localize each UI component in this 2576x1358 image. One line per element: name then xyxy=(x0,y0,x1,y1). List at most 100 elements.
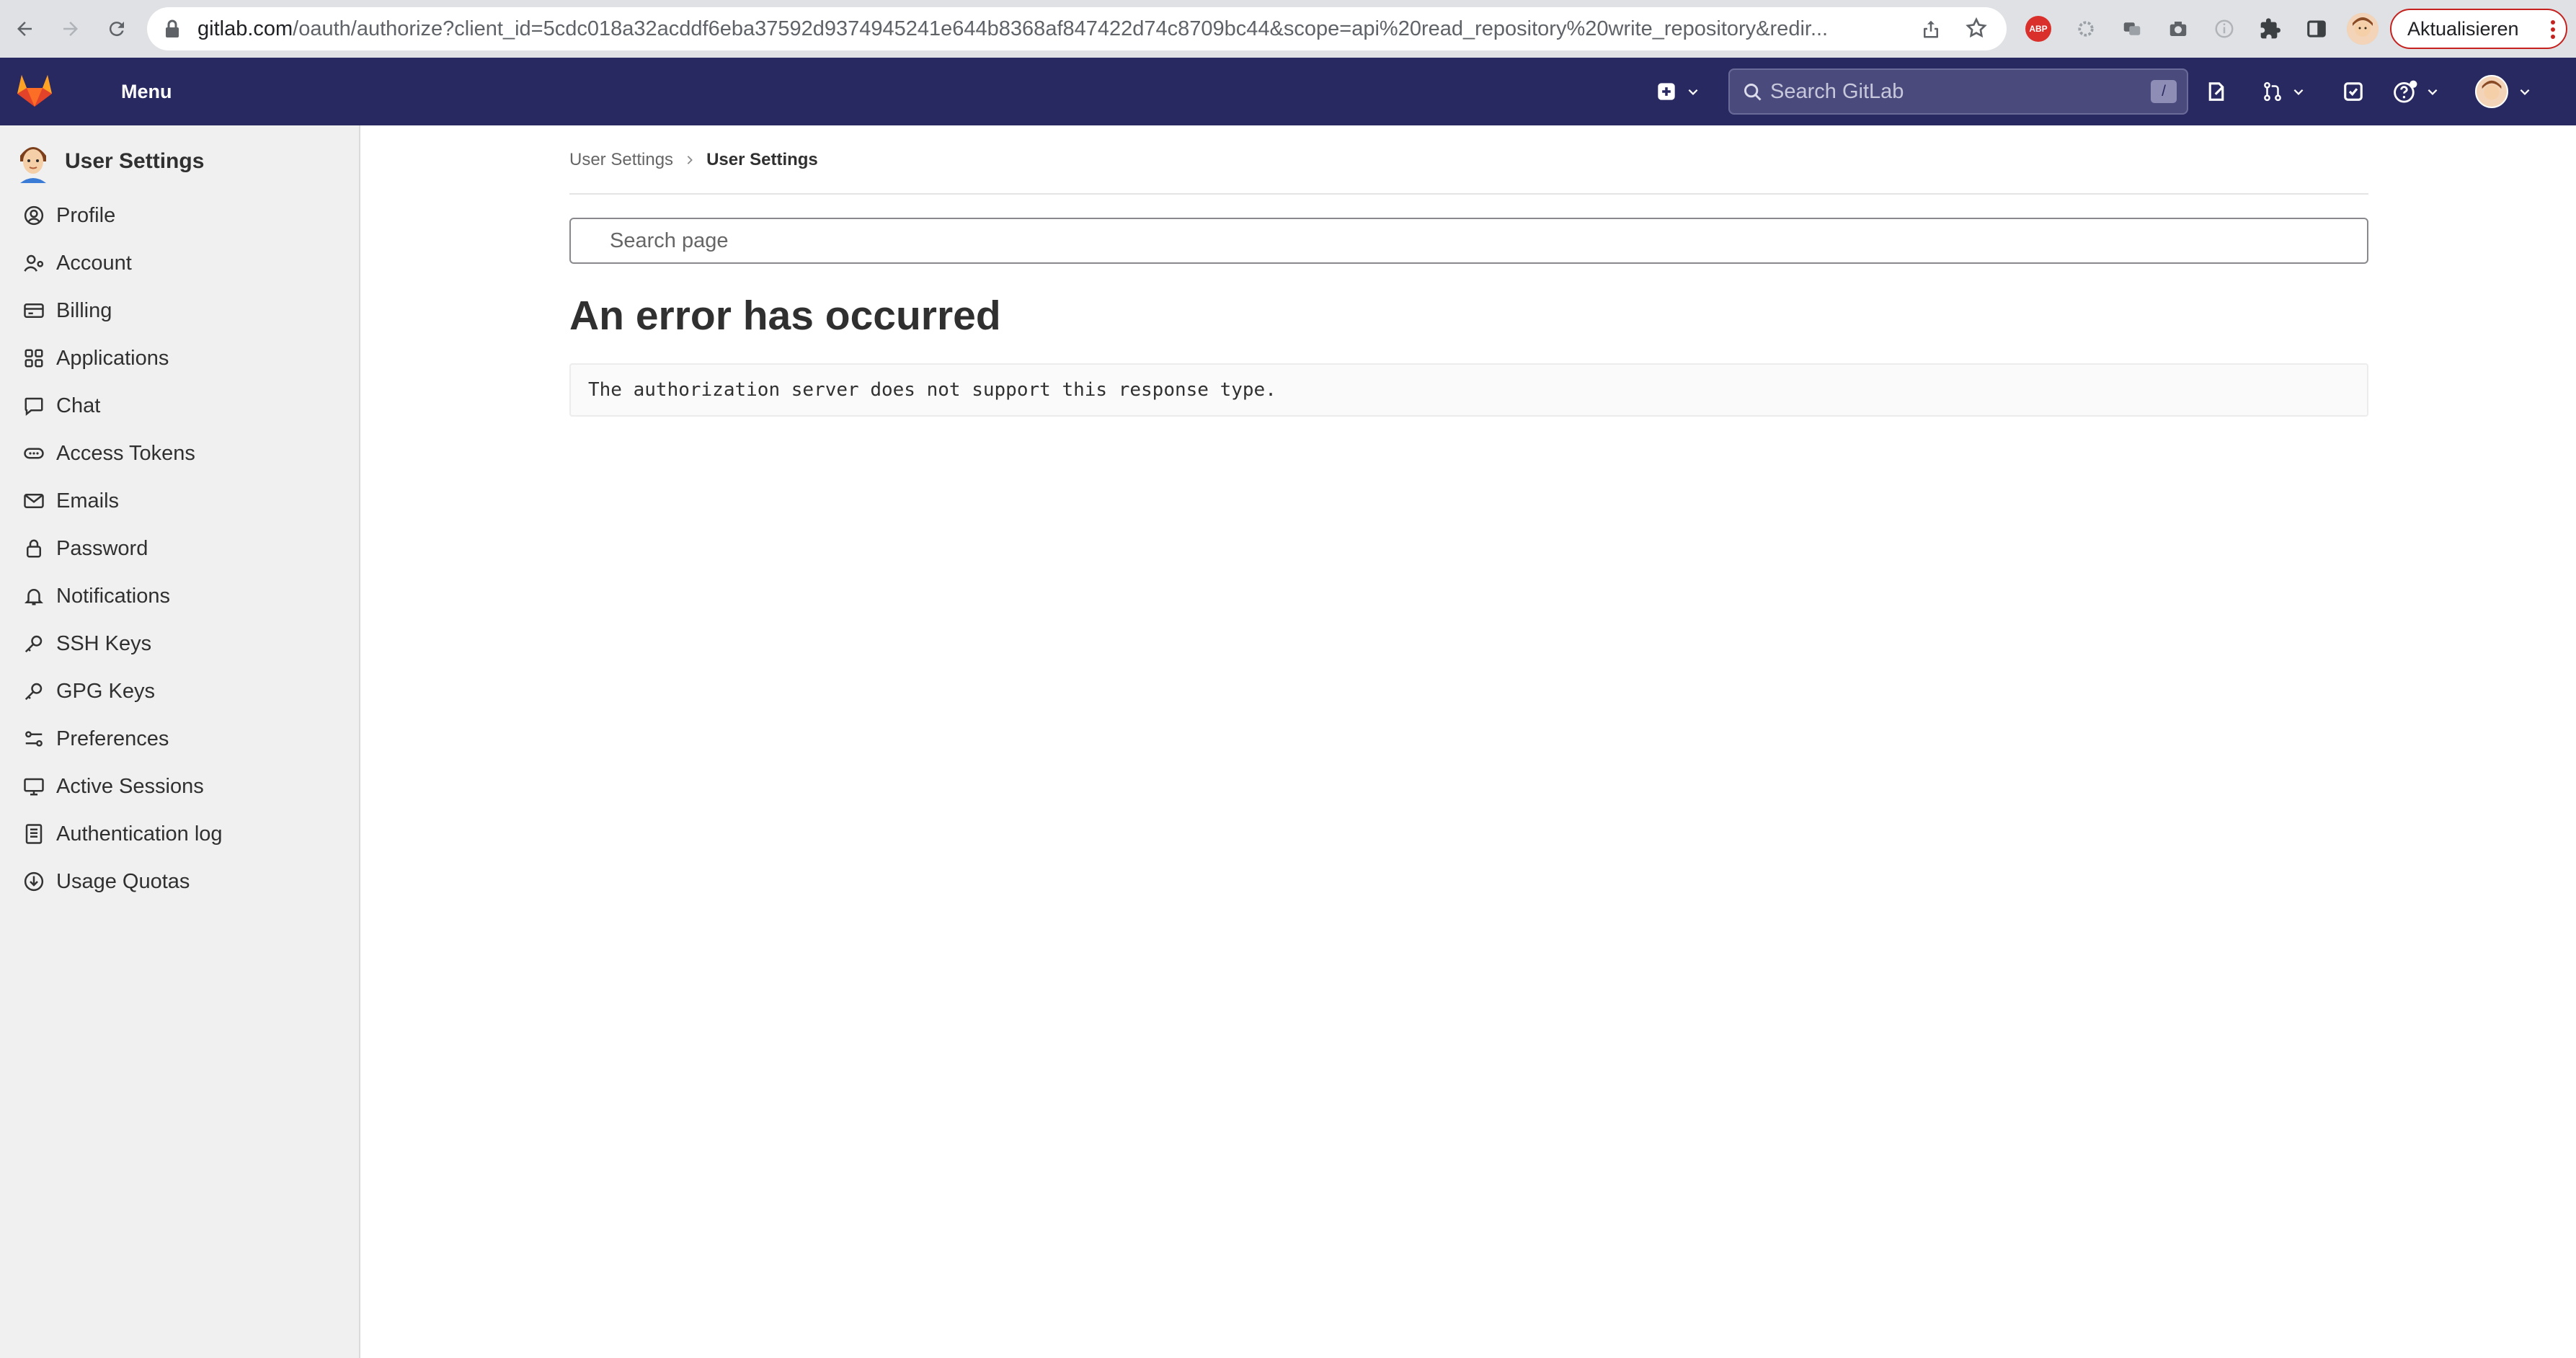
sidebar-title: User Settings xyxy=(65,149,205,173)
extensions-puzzle-icon[interactable] xyxy=(2256,14,2285,43)
search-page-placeholder: Search page xyxy=(610,229,729,252)
sidebar-item-profile[interactable]: Profile xyxy=(0,192,359,239)
breadcrumb-link[interactable]: User Settings xyxy=(569,150,673,170)
sidebar-item-label: Applications xyxy=(56,346,169,370)
key-icon xyxy=(22,631,46,656)
sidebar-item-active-sessions[interactable]: Active Sessions xyxy=(0,763,359,810)
search-icon xyxy=(1743,82,1763,102)
sidebar-item-access-tokens[interactable]: Access Tokens xyxy=(0,430,359,477)
search-shortcut-badge: / xyxy=(2151,80,2177,103)
sidebar-item-label: Usage Quotas xyxy=(56,869,190,893)
breadcrumb: User Settings User Settings xyxy=(569,146,818,174)
breadcrumb-current[interactable]: User Settings xyxy=(706,150,818,170)
quota-icon xyxy=(22,869,46,894)
sidebar-item-label: Notifications xyxy=(56,584,170,608)
sidebar-item-label: Access Tokens xyxy=(56,441,195,465)
share-icon[interactable] xyxy=(1920,17,1942,40)
browser-toolbar: gitlab.com/oauth/authorize?client_id=5cd… xyxy=(0,0,2576,58)
forward-icon[interactable] xyxy=(52,10,89,48)
sidebar-item-billing[interactable]: Billing xyxy=(0,287,359,334)
update-label: Aktualisieren xyxy=(2407,18,2519,40)
sidebar-item-usage-quotas[interactable]: Usage Quotas xyxy=(0,858,359,905)
search-page-input[interactable]: Search page xyxy=(569,218,2368,264)
sidebar-item-label: Password xyxy=(56,536,148,560)
bookmark-star-icon[interactable] xyxy=(1965,17,1988,40)
sidebar-item-emails[interactable]: Emails xyxy=(0,477,359,525)
sidebar-header[interactable]: User Settings xyxy=(16,140,204,183)
extension-camera-icon[interactable] xyxy=(2164,14,2193,43)
breadcrumb-divider xyxy=(569,193,2368,195)
chat-icon xyxy=(22,394,46,418)
sidebar-item-label: Authentication log xyxy=(56,822,223,846)
menu-button[interactable]: Menu xyxy=(121,58,172,125)
browser-profile-avatar[interactable] xyxy=(2347,13,2379,45)
sidebar-item-label: Billing xyxy=(56,298,112,322)
applications-icon xyxy=(22,346,46,370)
sidebar-item-ssh-keys[interactable]: SSH Keys xyxy=(0,620,359,667)
merge-requests-dropdown[interactable] xyxy=(2262,77,2305,106)
lock-icon xyxy=(22,536,46,561)
user-menu-chevron-down-icon[interactable] xyxy=(2518,77,2531,106)
adblock-extension-icon[interactable]: ABP xyxy=(2025,16,2051,42)
settings-sidebar: User Settings Profile Account Billing Ap… xyxy=(0,125,360,1358)
sidebar-item-password[interactable]: Password xyxy=(0,525,359,572)
sidebar-item-label: Active Sessions xyxy=(56,774,204,798)
mail-icon xyxy=(22,489,46,513)
lock-icon xyxy=(164,19,180,39)
plus-square-icon xyxy=(1658,83,1675,100)
reload-icon[interactable] xyxy=(98,10,136,48)
billing-icon xyxy=(22,298,46,323)
sidebar-item-gpg-keys[interactable]: GPG Keys xyxy=(0,667,359,715)
token-icon xyxy=(22,441,46,466)
sidebar-avatar xyxy=(16,140,50,183)
sidebar-item-label: Preferences xyxy=(56,727,169,750)
sidebar-nav: Profile Account Billing Applications Cha… xyxy=(0,192,359,905)
sidebar-item-notifications[interactable]: Notifications xyxy=(0,572,359,620)
profile-icon xyxy=(22,203,46,228)
search-gitlab-input[interactable]: Search GitLab / xyxy=(1728,68,2188,115)
merge-request-icon xyxy=(2264,81,2281,102)
help-icon xyxy=(2394,80,2417,103)
gitlab-logo-icon[interactable] xyxy=(16,72,53,108)
key-icon xyxy=(22,679,46,704)
sidebar-item-chat[interactable]: Chat xyxy=(0,382,359,430)
chevron-down-icon xyxy=(2293,89,2304,95)
monitor-icon xyxy=(22,774,46,799)
help-dropdown[interactable] xyxy=(2393,77,2439,106)
more-vert-icon xyxy=(2550,19,2556,40)
issues-icon[interactable] xyxy=(2206,77,2227,106)
url-text: gitlab.com/oauth/authorize?client_id=5cd… xyxy=(197,17,1829,40)
chevron-right-icon xyxy=(685,155,695,165)
sidebar-item-label: SSH Keys xyxy=(56,631,152,655)
sidebar-item-label: Profile xyxy=(56,203,116,227)
sidebar-item-account[interactable]: Account xyxy=(0,239,359,287)
todos-icon[interactable] xyxy=(2342,77,2364,106)
chevron-down-icon xyxy=(1688,89,1698,95)
update-button[interactable]: Aktualisieren xyxy=(2390,9,2567,49)
sidebar-item-authentication-log[interactable]: Authentication log xyxy=(0,810,359,858)
extension-info-icon[interactable] xyxy=(2210,14,2239,43)
search-placeholder: Search GitLab xyxy=(1770,80,1904,103)
sidebar-item-preferences[interactable]: Preferences xyxy=(0,715,359,763)
bell-icon xyxy=(22,584,46,608)
sidebar-item-label: Account xyxy=(56,251,132,275)
account-icon xyxy=(22,251,46,275)
new-dropdown[interactable] xyxy=(1656,77,1700,106)
error-message-box: The authorization server does not suppor… xyxy=(569,363,2368,417)
sidebar-item-label: Chat xyxy=(56,394,101,417)
address-bar[interactable]: gitlab.com/oauth/authorize?client_id=5cd… xyxy=(147,7,2007,50)
gitlab-top-bar: Menu Search GitLab / xyxy=(0,58,2576,125)
log-icon xyxy=(22,822,46,846)
preferences-icon xyxy=(22,727,46,751)
sidebar-item-label: Emails xyxy=(56,489,120,512)
side-panel-icon[interactable] xyxy=(2302,14,2331,43)
chevron-down-icon xyxy=(2428,89,2438,95)
sidebar-item-applications[interactable]: Applications xyxy=(0,334,359,382)
sidebar-item-label: GPG Keys xyxy=(56,679,155,703)
extension-gear-icon[interactable] xyxy=(2071,14,2100,43)
extension-translate-icon[interactable] xyxy=(2118,14,2146,43)
page-title: An error has occurred xyxy=(569,293,1001,339)
back-icon[interactable] xyxy=(6,10,43,48)
error-message: The authorization server does not suppor… xyxy=(588,379,1276,401)
user-avatar[interactable] xyxy=(2475,75,2508,108)
